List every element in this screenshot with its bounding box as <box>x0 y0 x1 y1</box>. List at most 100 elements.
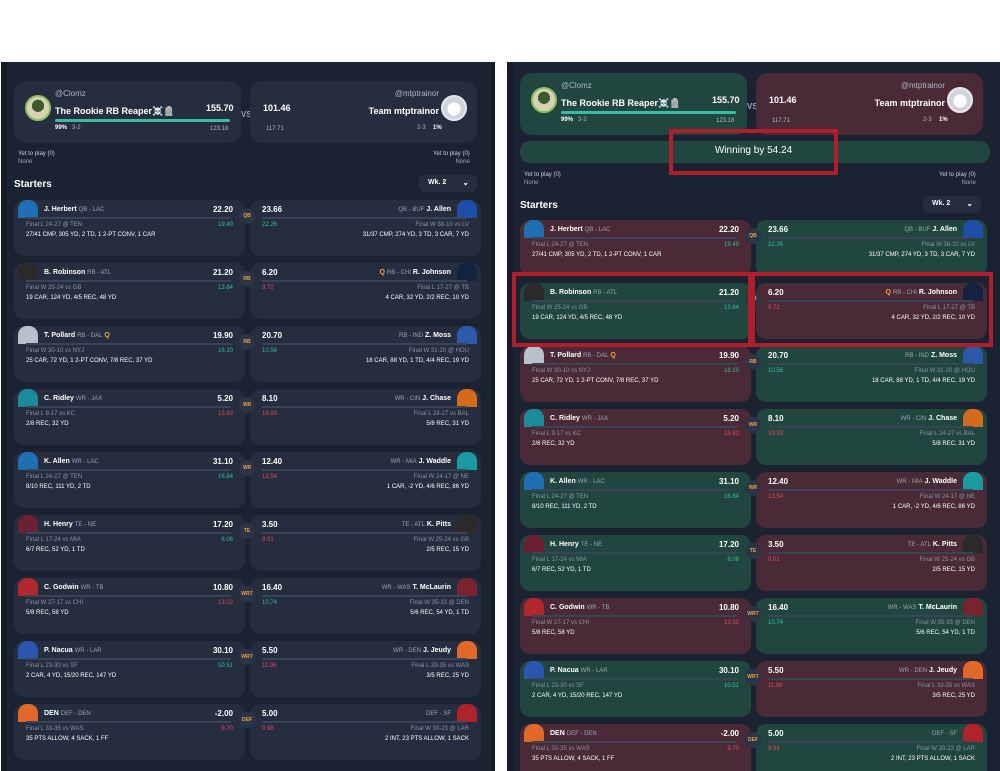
matchup-row[interactable]: J. Herbert QB - LAC 22.20 Final L 24-27 @… <box>507 220 997 276</box>
roster-slot-badge: WRT <box>239 586 255 602</box>
roster-slot-badge: RB <box>745 354 761 370</box>
player-card-left[interactable]: DEN DEF - DEN -2.00 Final L 33-35 vs WAS 9… <box>520 724 751 771</box>
player-points: 19.90 <box>212 331 233 340</box>
player-name: WR - WAS T. McLaurin <box>382 584 451 591</box>
matchup-row[interactable]: H. Henry TE - NE 17.20 Final L 17-24 vs M… <box>1 515 491 571</box>
player-card-right[interactable]: Q RB - CHI R. Johnson 6.20 Final L 17-27 @… <box>250 263 481 319</box>
player-card-right[interactable]: QB - BUF J. Allen 23.66 Final W 38-10 vs L… <box>756 220 987 276</box>
opponent-card[interactable]: @mtptrainor Team mtptrainor 101.46 117.7… <box>250 81 477 143</box>
game-result: Final W 25-24 vs GB <box>919 557 975 563</box>
matchup-row[interactable]: K. Allen WR - LAC 31.10 Final L 24-27 @ T… <box>1 452 491 508</box>
player-card-right[interactable]: QB - BUF J. Allen 23.66 Final W 38-10 vs L… <box>250 200 481 256</box>
player-card-right[interactable]: WR - DEN J. Jeudy 5.50 Final L 33-35 vs WA… <box>250 641 481 697</box>
matchup-row[interactable]: C. Godwin WR - TB 10.80 Final W 27-17 vs … <box>1 578 491 634</box>
opponent-card[interactable]: @mtptrainor Team mtptrainor 101.46 117.7… <box>756 73 983 135</box>
matchup-row[interactable]: B. Robinson RB - ATL 21.20 Final W 25-24 … <box>1 263 491 319</box>
player-points: 6.20 <box>262 268 278 277</box>
player-position: RB - ATL <box>87 270 112 276</box>
player-headshot <box>524 409 544 427</box>
player-points: 20.70 <box>262 331 283 340</box>
chevron-down-icon: ⌄ <box>462 178 469 187</box>
player-card-left[interactable]: K. Allen WR - LAC 31.10 Final L 24-27 @ T… <box>520 472 751 528</box>
matchup-row[interactable]: C. Ridley WR - JAX 5.20 Final L 9-17 vs K… <box>1 389 491 445</box>
matchup-row[interactable]: T. Pollard RB - DAL Q 19.90 Final W 30-10 … <box>1 326 491 382</box>
player-card-left[interactable]: C. Godwin WR - TB 10.80 Final W 27-17 vs … <box>520 598 751 654</box>
game-result: Final L 17-24 vs MIA <box>26 537 81 543</box>
player-card-right[interactable]: WR - CIN J. Chase 8.10 Final L 24-27 vs BA… <box>250 389 481 445</box>
player-points: 5.20 <box>217 394 233 403</box>
player-card-left[interactable]: T. Pollard RB - DAL Q 19.90 Final W 30-10 … <box>14 326 245 382</box>
player-card-left[interactable]: J. Herbert QB - LAC 22.20 Final L 24-27 @… <box>14 200 245 256</box>
player-card-left[interactable]: H. Henry TE - NE 17.20 Final L 17-24 vs M… <box>14 515 245 571</box>
divider <box>262 280 467 282</box>
player-card-left[interactable]: P. Nacua WR - LAR 30.10 Final L 23-30 vs … <box>14 641 245 697</box>
player-card-left[interactable]: C. Ridley WR - JAX 5.20 Final L 9-17 vs K… <box>520 409 751 465</box>
player-card-left[interactable]: B. Robinson RB - ATL 21.20 Final W 25-24 … <box>14 263 245 319</box>
player-card-left[interactable]: T. Pollard RB - DAL Q 19.90 Final W 30-10 … <box>520 346 751 402</box>
matchup-row[interactable]: DEN DEF - DEN -2.00 Final L 33-35 vs WAS 9… <box>1 704 491 760</box>
game-result: Final W 25-24 vs GB <box>26 285 82 291</box>
player-card-right[interactable]: RB - IND Z. Moss 20.70 Final W 31-20 @ HOU… <box>756 346 987 402</box>
player-card-right[interactable]: WR - CIN J. Chase 8.10 Final L 24-27 vs BA… <box>756 409 987 465</box>
player-card-right[interactable]: WR - DEN J. Jeudy 5.50 Final L 33-35 vs WA… <box>756 661 987 717</box>
player-points: 5.00 <box>768 729 784 738</box>
player-card-left[interactable]: P. Nacua WR - LAR 30.10 Final L 23-30 vs … <box>520 661 751 717</box>
player-card-right[interactable]: WR - MIA J. Waddle 12.40 Final W 24-17 @ N… <box>250 452 481 508</box>
player-card-right[interactable]: TE - ATL K. Pitts 3.50 Final W 25-24 vs GB… <box>756 535 987 591</box>
matchup-row[interactable]: K. Allen WR - LAC 31.10 Final L 24-27 @ T… <box>507 472 997 528</box>
stat-line: 25 CAR, 72 YD, 1 2-PT CONV, 7/8 REC, 37 … <box>26 358 153 364</box>
divider <box>532 363 737 365</box>
my-team-card[interactable]: @Clomz The Rookie RB Reaper☠️🪦 155.70 99… <box>520 73 747 135</box>
week-selector[interactable]: Wk. 2 ⌄ <box>419 175 477 192</box>
player-name: WR - MIA J. Waddle <box>391 458 451 465</box>
divider <box>532 615 737 617</box>
player-card-left[interactable]: DEN DEF - DEN -2.00 Final L 33-35 vs WAS 9… <box>14 704 245 760</box>
matchup-row[interactable]: T. Pollard RB - DAL Q 19.90 Final W 30-10 … <box>507 346 997 402</box>
player-card-right[interactable]: WR - WAS T. McLaurin 16.40 Final W 35-33 @… <box>756 598 987 654</box>
player-card-left[interactable]: C. Ridley WR - JAX 5.20 Final L 9-17 vs K… <box>14 389 245 445</box>
player-position: WR - MIA <box>896 479 923 485</box>
divider <box>26 406 231 408</box>
player-points: 22.20 <box>212 205 233 214</box>
player-card-right[interactable]: DEF - SF 5.00 Final W 30-23 @ LAR 9.98 2 IN… <box>756 724 987 771</box>
player-card-right[interactable]: TE - ATL K. Pitts 3.50 Final W 25-24 vs GB… <box>250 515 481 571</box>
player-headshot <box>963 535 983 553</box>
player-points: 30.10 <box>212 646 233 655</box>
matchup-row[interactable]: P. Nacua WR - LAR 30.10 Final L 23-30 vs … <box>1 641 491 697</box>
player-card-left[interactable]: C. Godwin WR - TB 10.80 Final W 27-17 vs … <box>14 578 245 634</box>
player-points: 5.00 <box>262 709 278 718</box>
divider <box>532 741 737 743</box>
player-projection: 10.51 <box>723 683 739 689</box>
week-label: Wk. 2 <box>428 179 447 186</box>
player-name-text: B. Robinson <box>44 269 86 276</box>
player-name-text: Z. Moss <box>424 332 451 339</box>
player-position: DEF - SF <box>426 711 451 717</box>
game-result: Final L 9-17 vs KC <box>26 411 76 417</box>
player-card-right[interactable]: RB - IND Z. Moss 20.70 Final W 31-20 @ HOU… <box>250 326 481 382</box>
my-team-card[interactable]: @Clomz The Rookie RB Reaper☠️🪦 155.70 99… <box>14 81 241 143</box>
matchup-row[interactable]: C. Godwin WR - TB 10.80 Final W 27-17 vs … <box>507 598 997 654</box>
matchup-row[interactable]: J. Herbert QB - LAC 22.20 Final L 24-27 @… <box>1 200 491 256</box>
player-card-right[interactable]: WR - WAS T. McLaurin 16.40 Final W 35-33 @… <box>250 578 481 634</box>
game-result: Final L 24-27 vs BAL <box>413 411 469 417</box>
matchup-row[interactable]: DEN DEF - DEN -2.00 Final L 33-35 vs WAS 9… <box>507 724 997 771</box>
player-card-left[interactable]: K. Allen WR - LAC 31.10 Final L 24-27 @ T… <box>14 452 245 508</box>
player-points: 23.66 <box>262 205 283 214</box>
matchup-row[interactable]: P. Nacua WR - LAR 30.10 Final L 23-30 vs … <box>507 661 997 717</box>
player-projection: 9.98 <box>262 726 274 732</box>
player-points: 31.10 <box>212 457 233 466</box>
week-selector[interactable]: Wk. 2 ⌄ <box>923 196 981 213</box>
matchup-row[interactable]: C. Ridley WR - JAX 5.20 Final L 9-17 vs K… <box>507 409 997 465</box>
player-points: -2.00 <box>720 729 739 738</box>
player-card-left[interactable]: J. Herbert QB - LAC 22.20 Final L 24-27 @… <box>520 220 751 276</box>
player-card-right[interactable]: WR - MIA J. Waddle 12.40 Final W 24-17 @ N… <box>756 472 987 528</box>
player-card-left[interactable]: H. Henry TE - NE 17.20 Final L 17-24 vs M… <box>520 535 751 591</box>
team-projection: 117.71 <box>266 126 284 132</box>
stat-line: 8/10 REC, 111 YD, 2 TD <box>26 484 91 490</box>
player-name-text: DEN <box>550 730 565 737</box>
player-card-right[interactable]: DEF - SF 5.00 Final W 30-23 @ LAR 9.98 2 IN… <box>250 704 481 760</box>
matchup-row[interactable]: H. Henry TE - NE 17.20 Final L 17-24 vs M… <box>507 535 997 591</box>
stat-line: 4 CAR, 32 YD, 2/2 REC, 10 YD <box>385 295 469 301</box>
player-projection: 9.01 <box>262 537 274 543</box>
player-name-text: J. Allen <box>426 206 451 213</box>
